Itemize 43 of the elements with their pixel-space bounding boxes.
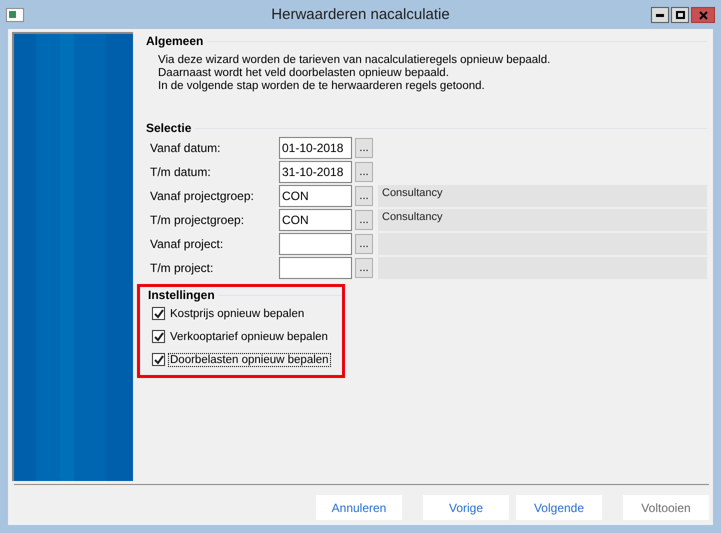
checkbox[interactable] (152, 330, 165, 343)
checkbox-label[interactable]: Verkooptarief opnieuw bepalen (168, 330, 330, 344)
field-label: Vanaf project: (149, 237, 224, 251)
intro-text: Daarnaast wordt het veld doorbelasten opnieuw bepaald. (158, 67, 450, 80)
wizard-button[interactable]: Annuleren (316, 495, 402, 520)
minimize-icon (656, 14, 664, 16)
browse-button[interactable]: ... (355, 162, 373, 182)
intro-text: Via deze wizard worden de tarieven van nacalculatieregels opnieuw bepaald. (158, 54, 552, 67)
browse-button[interactable]: ... (355, 138, 373, 158)
input-field[interactable]: 31-10-2018 (279, 161, 352, 183)
input-field[interactable]: CON (279, 209, 352, 231)
close-button[interactable] (691, 7, 715, 23)
wizard-button[interactable]: Volgende (516, 495, 602, 520)
close-icon (698, 10, 708, 20)
input-field[interactable]: CON (279, 185, 352, 207)
browse-button[interactable]: ... (355, 234, 373, 254)
section-heading: Algemeen (146, 34, 204, 48)
input-field[interactable] (279, 233, 352, 255)
window-title: Herwaarderen nacalculatie (271, 6, 450, 23)
section-heading: Selectie (146, 121, 192, 135)
description-field: Consultancy (378, 209, 707, 231)
browse-button[interactable]: ... (355, 210, 373, 230)
checkbox-label[interactable]: Kostprijs opnieuw bepalen (168, 306, 306, 320)
checkbox[interactable] (152, 353, 165, 366)
checkbox-label[interactable]: Doorbelasten opnieuw bepalen (168, 352, 331, 366)
description-field: Consultancy (378, 185, 707, 207)
wizard-button[interactable]: Vorige (423, 495, 509, 520)
checkbox[interactable] (152, 307, 165, 320)
field-label: Vanaf projectgroep: (149, 189, 255, 203)
field-label: Vanaf datum: (149, 141, 222, 155)
maximize-button[interactable] (671, 7, 689, 23)
intro-text: In de volgende stap worden de te herwaarderen regels getoond. (158, 80, 486, 93)
input-field[interactable]: 01-10-2018 (279, 137, 352, 159)
section-heading: Instellingen (148, 288, 215, 302)
field-label: T/m datum: (149, 165, 212, 179)
input-field[interactable] (279, 257, 352, 279)
field-label: T/m projectgroep: (149, 213, 246, 227)
maximize-icon (676, 11, 684, 19)
browse-button[interactable]: ... (355, 186, 373, 206)
browse-button[interactable]: ... (355, 258, 373, 278)
minimize-button[interactable] (651, 7, 669, 23)
window-icon (6, 8, 24, 22)
field-label: T/m project: (149, 261, 214, 275)
